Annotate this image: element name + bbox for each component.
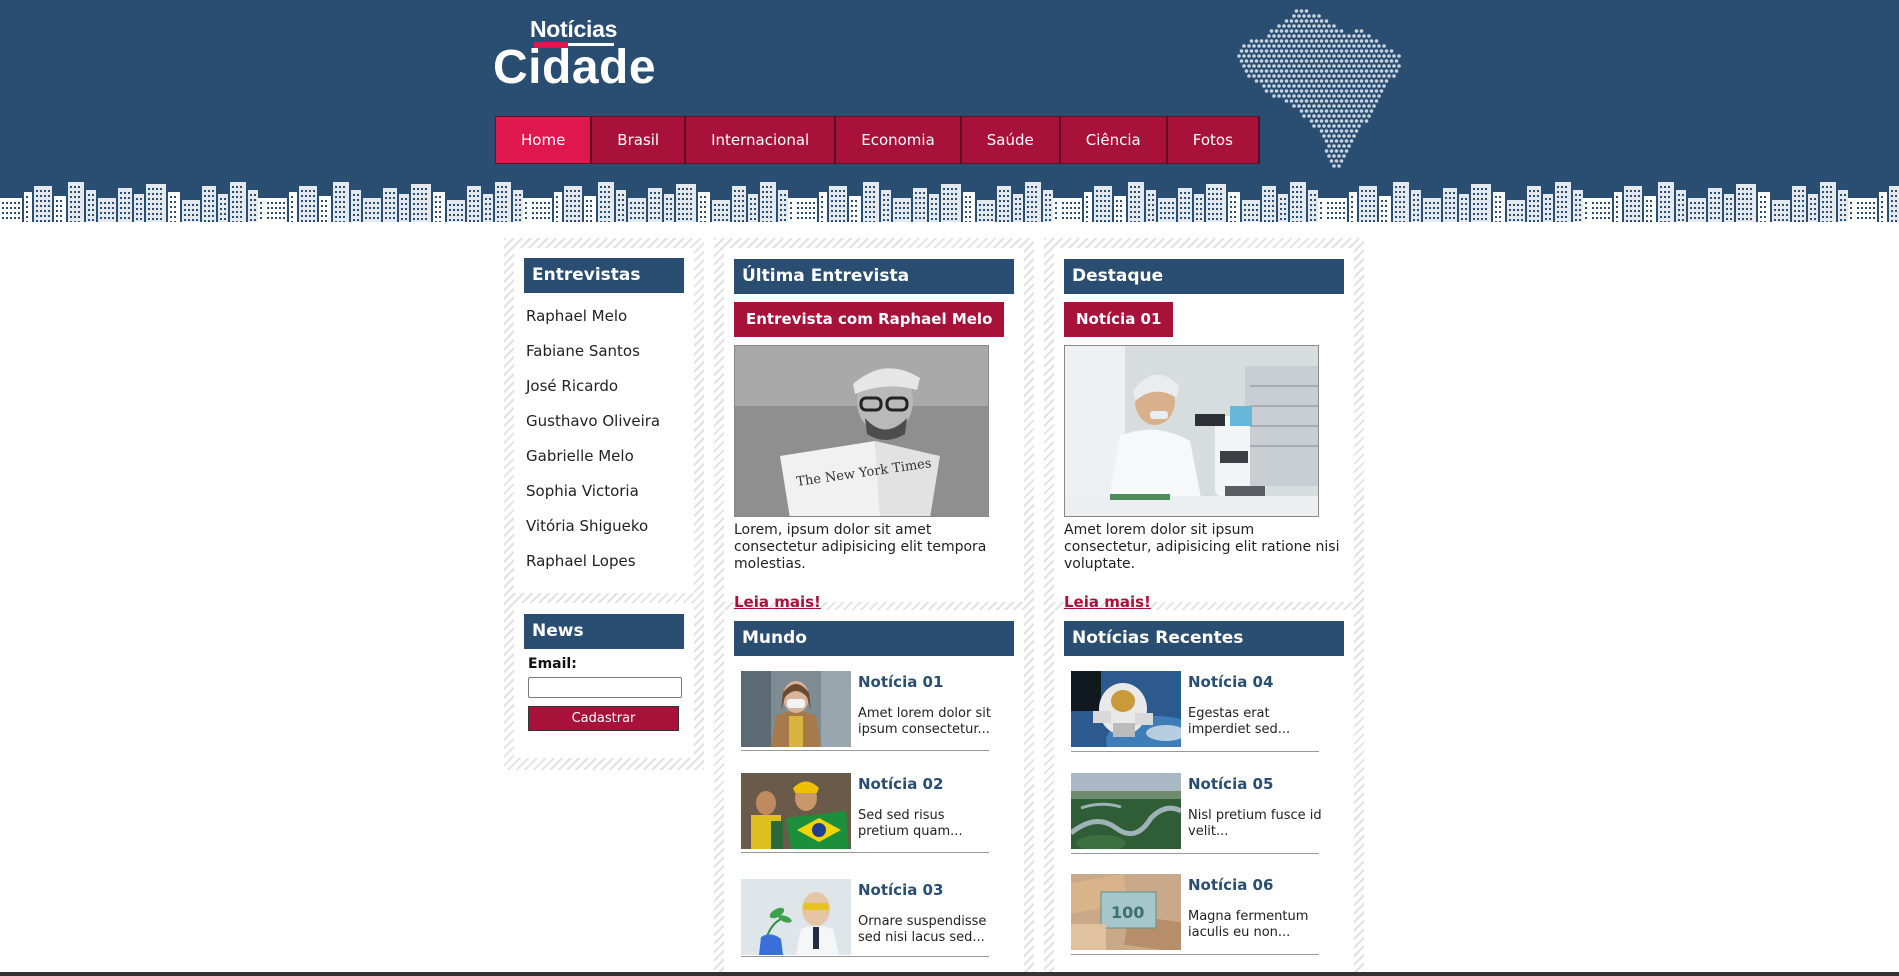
newsletter-panel: News Email: Cadastrar (514, 603, 694, 758)
news-excerpt: Nisl pretium fusce id velit... (1188, 808, 1322, 839)
entrevista-link[interactable]: Raphael Melo (524, 305, 684, 340)
recentes-panel: Notícias Recentes Notícia 04 Egestas era… (1054, 610, 1354, 976)
news-title[interactable]: Notícia 01 (858, 673, 943, 691)
email-label: Email: (528, 656, 577, 672)
middle-column: Última Entrevista Entrevista com Raphael… (714, 238, 1034, 976)
entrevista-link[interactable]: Fabiane Santos (524, 340, 684, 375)
entrevista-link[interactable]: Gusthavo Oliveira (524, 410, 684, 445)
leia-mais-link[interactable]: Leia mais! (734, 593, 821, 611)
logo-top-text: Notícias (530, 16, 618, 42)
news-title[interactable]: Notícia 06 (1188, 876, 1273, 894)
news-excerpt: Amet lorem dolor sit ipsum consectetur..… (858, 706, 991, 737)
news-excerpt: Magna fermentum iaculis eu non... (1188, 909, 1309, 940)
news-item[interactable]: Notícia 03 Ornare suspendisse sed nisi l… (741, 879, 989, 957)
entrevistas-title: Entrevistas (524, 258, 684, 293)
cadastrar-button[interactable]: Cadastrar (528, 706, 679, 731)
news-title[interactable]: Notícia 04 (1188, 673, 1273, 691)
window-bottom-edge (0, 972, 1899, 976)
mundo-title: Mundo (734, 621, 1014, 656)
newsletter-title: News (524, 614, 684, 649)
nav-item-brasil[interactable]: Brasil (592, 116, 687, 164)
entrevista-badge[interactable]: Entrevista com Raphael Melo (734, 302, 1005, 337)
man-reading-newspaper-photo[interactable]: The New York Times (734, 345, 989, 517)
leia-mais-link[interactable]: Leia mais! (1064, 593, 1151, 611)
nav-item-economia[interactable]: Economia (836, 116, 962, 164)
entrevistas-list: Raphael Melo Fabiane Santos José Ricardo… (524, 305, 684, 585)
nav-item-fotos[interactable]: Fotos (1167, 116, 1260, 164)
nav-item-saude[interactable]: Saúde (961, 116, 1061, 164)
left-column: Entrevistas Raphael Melo Fabiane Santos … (504, 238, 704, 770)
ultima-entrevista-title: Última Entrevista (734, 259, 1014, 294)
river-forest-photo[interactable] (1071, 773, 1181, 849)
news-item[interactable]: Notícia 02 Sed sed risus pretium quam... (741, 773, 989, 853)
site-header: Notícias Cidade Home Brasil Internaciona… (0, 0, 1899, 228)
news-excerpt: Ornare suspendisse sed nisi lacus sed... (858, 914, 987, 945)
email-field[interactable] (528, 677, 682, 698)
news-item[interactable]: Notícia 05 Nisl pretium fusce id velit..… (1071, 773, 1322, 854)
ultima-entrevista-text: Lorem, ipsum dolor sit amet consectetur … (734, 522, 987, 572)
banknotes-photo[interactable]: 100 (1071, 874, 1181, 950)
news-item[interactable]: Notícia 01 Amet lorem dolor sit ipsum co… (741, 671, 991, 751)
nav-item-ciencia[interactable]: Ciência (1060, 116, 1168, 164)
woman-mask-photo[interactable] (741, 671, 851, 747)
news-item[interactable]: 100 Notícia 06 Magna fermentum iaculis e… (1071, 874, 1319, 955)
destaque-title: Destaque (1064, 259, 1344, 294)
entrevista-link[interactable]: Raphael Lopes (524, 550, 684, 585)
main-nav: Home Brasil Internacional Economia Saúde… (495, 116, 1260, 164)
svg-text:100: 100 (1111, 903, 1144, 922)
news-title[interactable]: Notícia 03 (858, 881, 943, 899)
news-excerpt: Sed sed risus pretium quam... (858, 808, 963, 839)
entrevista-link[interactable]: Vitória Shigueko (524, 515, 684, 550)
destaque-panel: Destaque Notícia 01 Amet lorem dolor sit… (1054, 248, 1354, 611)
astronaut-photo[interactable] (1071, 671, 1181, 747)
fans-brazil-flag-photo[interactable] (741, 773, 851, 849)
destaque-badge[interactable]: Notícia 01 (1064, 302, 1174, 337)
logo-main-text: Cidade (493, 41, 657, 94)
destaque-text: Amet lorem dolor sit ipsum consectetur, … (1064, 522, 1340, 572)
entrevistas-panel: Entrevistas Raphael Melo Fabiane Santos … (514, 248, 694, 593)
mundo-panel: Mundo Notícia 01 Amet lorem dolor sit ip… (724, 610, 1024, 976)
entrevista-link[interactable]: José Ricardo (524, 375, 684, 410)
news-excerpt: Egestas erat imperdiet sed... (1188, 706, 1291, 737)
site-logo[interactable]: Notícias Cidade (493, 14, 663, 94)
entrevista-link[interactable]: Sophia Victoria (524, 480, 684, 515)
scientist-microscope-photo[interactable] (1064, 345, 1319, 517)
entrevista-link[interactable]: Gabrielle Melo (524, 445, 684, 480)
nav-item-home[interactable]: Home (495, 116, 593, 164)
scientist-plant-photo[interactable] (741, 879, 851, 955)
nav-item-internacional[interactable]: Internacional (686, 116, 837, 164)
ultima-entrevista-panel: Última Entrevista Entrevista com Raphael… (724, 248, 1024, 611)
recentes-title: Notícias Recentes (1064, 621, 1344, 656)
news-title[interactable]: Notícia 05 (1188, 775, 1273, 793)
news-item[interactable]: Notícia 04 Egestas erat imperdiet sed... (1071, 671, 1319, 752)
news-title[interactable]: Notícia 02 (858, 775, 943, 793)
right-column: Destaque Notícia 01 Amet lorem dolor sit… (1044, 238, 1364, 976)
city-skyline-illustration (0, 182, 1899, 228)
